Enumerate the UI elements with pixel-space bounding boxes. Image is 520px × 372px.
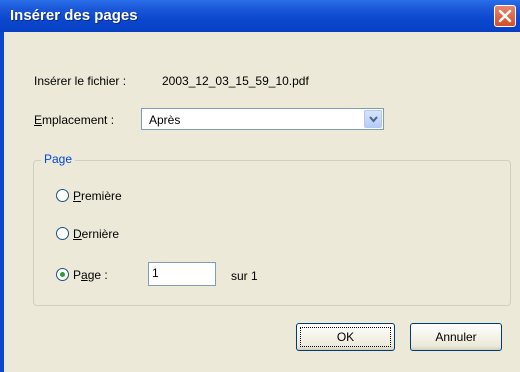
page-number-input[interactable] bbox=[149, 263, 215, 283]
insert-pages-dialog: Insérer des pages Insérer le fichier : 2… bbox=[0, 0, 520, 372]
cancel-button[interactable]: Annuler bbox=[410, 323, 502, 351]
location-select[interactable]: Après bbox=[141, 108, 384, 130]
location-selected-value: Après bbox=[149, 113, 181, 127]
ok-button-label: OK bbox=[336, 330, 355, 344]
radio-first-label[interactable]: Première bbox=[73, 189, 122, 203]
ok-button[interactable]: OK bbox=[296, 323, 395, 351]
title-bar[interactable]: Insérer des pages bbox=[0, 0, 520, 32]
location-label-rest: mplacement : bbox=[42, 113, 115, 127]
close-button[interactable] bbox=[494, 5, 516, 27]
dropdown-arrow-button[interactable] bbox=[364, 110, 382, 128]
page-group-title: Page bbox=[41, 152, 76, 166]
radio-page[interactable] bbox=[56, 268, 69, 281]
window-frame bbox=[0, 32, 4, 372]
radio-first[interactable] bbox=[56, 189, 69, 202]
radio-last-label[interactable]: Dernière bbox=[73, 227, 119, 241]
cancel-button-label: Annuler bbox=[435, 330, 477, 344]
insert-file-value: 2003_12_03_15_59_10.pdf bbox=[162, 74, 309, 88]
page-total-label: sur 1 bbox=[231, 269, 258, 283]
insert-file-label: Insérer le fichier : bbox=[34, 74, 127, 88]
close-icon bbox=[498, 9, 512, 23]
page-number-field[interactable] bbox=[148, 262, 216, 286]
radio-page-label[interactable]: Page : bbox=[73, 268, 108, 282]
chevron-down-icon bbox=[369, 116, 378, 123]
radio-selected-dot bbox=[60, 272, 65, 277]
location-label: Emplacement : bbox=[34, 113, 115, 127]
dialog-title: Insérer des pages bbox=[10, 7, 138, 24]
radio-last[interactable] bbox=[56, 227, 69, 240]
